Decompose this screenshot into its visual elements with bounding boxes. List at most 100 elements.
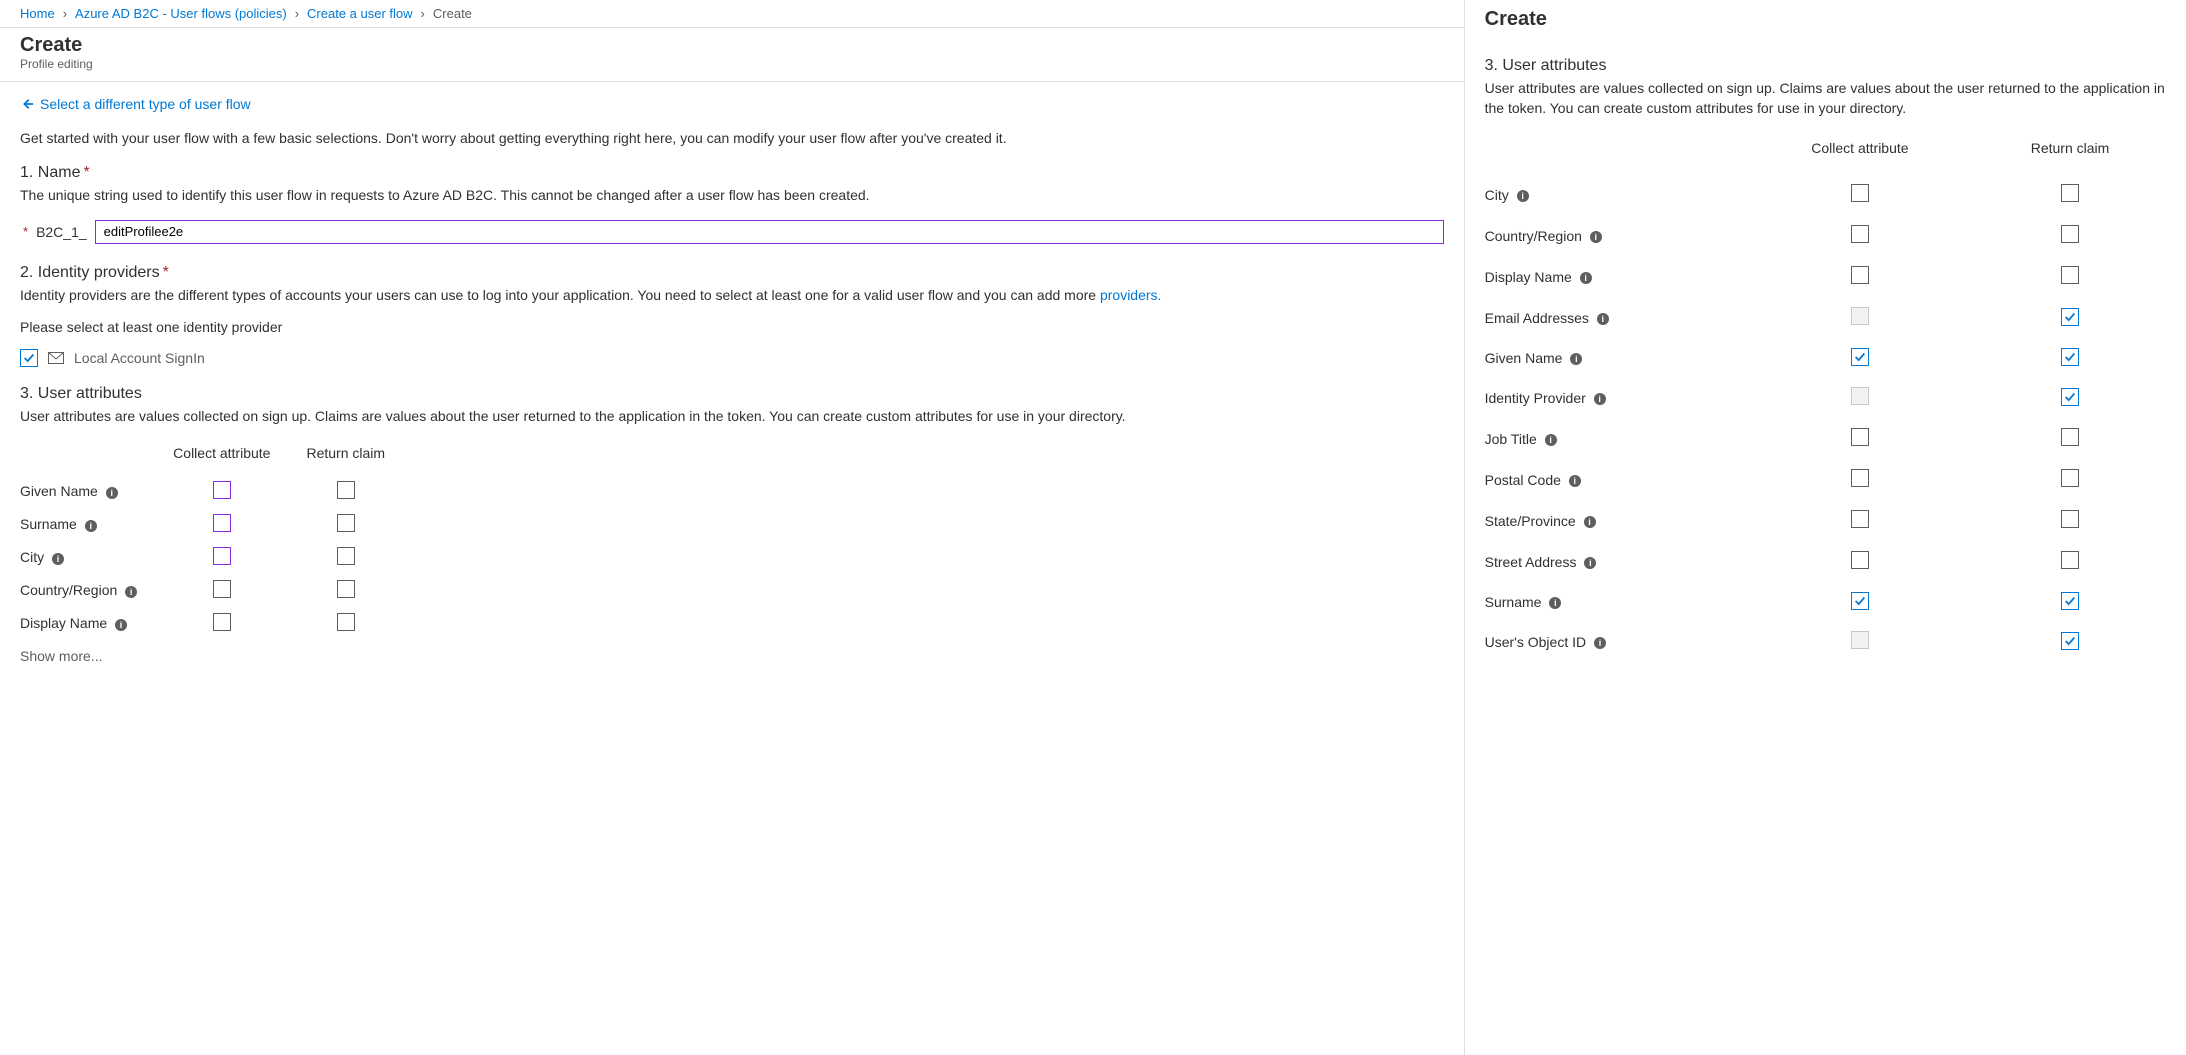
table-row: Identity Provider i [1485,377,2166,418]
attribute-label: Postal Code i [1485,459,1746,500]
checkbox[interactable] [213,613,231,631]
table-row: Email Addresses i [1485,297,2166,338]
breadcrumb-b2c[interactable]: Azure AD B2C - User flows (policies) [75,6,287,21]
checkbox[interactable] [337,547,355,565]
name-input[interactable] [95,220,1444,244]
info-icon[interactable]: i [1584,516,1596,528]
checkbox[interactable] [2061,469,2079,487]
table-row: Surname i [1485,582,2166,621]
right-help: User attributes are values collected on … [1485,79,2166,118]
providers-link[interactable]: providers. [1100,287,1161,303]
required-indicator: * [23,224,28,239]
required-indicator: * [163,264,169,281]
table-row: Display Name i [20,607,403,640]
info-icon[interactable]: i [1545,434,1557,446]
checkbox[interactable] [2061,184,2079,202]
checkbox[interactable] [337,481,355,499]
name-prefix: B2C_1_ [36,224,87,240]
breadcrumb-sep: › [63,6,67,21]
checkbox[interactable] [2061,266,2079,284]
info-icon[interactable]: i [1570,353,1582,365]
checkbox[interactable] [213,580,231,598]
attribute-label: Given Name i [20,475,155,508]
col-return: Return claim [1974,136,2166,174]
checkbox[interactable] [2061,551,2079,569]
table-row: City i [1485,174,2166,215]
info-icon[interactable]: i [1590,231,1602,243]
info-icon[interactable]: i [1597,313,1609,325]
info-icon[interactable]: i [1580,272,1592,284]
attribute-label: State/Province i [1485,500,1746,541]
checkbox[interactable] [1851,510,1869,528]
checkbox[interactable] [2061,388,2079,406]
table-row: Display Name i [1485,256,2166,297]
table-row: Given Name i [1485,338,2166,377]
back-link[interactable]: Select a different type of user flow [20,96,251,112]
checkbox[interactable] [213,514,231,532]
table-row: User's Object ID i [1485,621,2166,662]
attribute-label: Display Name i [20,607,155,640]
attribute-label: Surname i [20,508,155,541]
section-1-help: The unique string used to identify this … [20,186,1444,206]
checkbox[interactable] [213,481,231,499]
info-icon[interactable]: i [52,553,64,565]
table-row: City i [20,541,403,574]
checkbox[interactable] [337,580,355,598]
info-icon[interactable]: i [115,619,127,631]
table-row: State/Province i [1485,500,2166,541]
right-section-heading: 3. User attributes [1485,57,2166,75]
info-icon[interactable]: i [1594,637,1606,649]
checkbox[interactable] [213,547,231,565]
section-1-heading: 1. Name* [20,164,1444,182]
checkbox[interactable] [1851,469,1869,487]
show-more-link[interactable]: Show more... [20,648,1444,664]
breadcrumb-sep: › [421,6,425,21]
checkbox[interactable] [1851,225,1869,243]
checkbox[interactable] [1851,428,1869,446]
checkbox[interactable] [1851,551,1869,569]
checkbox[interactable] [337,613,355,631]
checkbox[interactable] [2061,510,2079,528]
attribute-label: Surname i [1485,582,1746,621]
info-icon[interactable]: i [1517,190,1529,202]
checkbox[interactable] [1851,184,1869,202]
info-icon[interactable]: i [1584,557,1596,569]
info-icon[interactable]: i [1569,475,1581,487]
info-icon[interactable]: i [1594,393,1606,405]
breadcrumb-home[interactable]: Home [20,6,55,21]
section-3-help: User attributes are values collected on … [20,407,1444,427]
table-row: Street Address i [1485,541,2166,582]
breadcrumb-create-flow[interactable]: Create a user flow [307,6,413,21]
attribute-label: Identity Provider i [1485,377,1746,418]
content: Select a different type of user flow Get… [0,82,1464,684]
breadcrumb: Home › Azure AD B2C - User flows (polici… [0,0,1464,28]
info-icon[interactable]: i [106,487,118,499]
checkbox[interactable] [1851,266,1869,284]
attribute-label: Country/Region i [20,574,155,607]
checkbox[interactable] [2061,308,2079,326]
checkbox[interactable] [2061,592,2079,610]
col-collect: Collect attribute [1746,136,1974,174]
checkbox[interactable] [2061,632,2079,650]
checkbox[interactable] [337,514,355,532]
info-icon[interactable]: i [85,520,97,532]
title-block: Create Profile editing [0,28,1464,82]
idp-checkbox[interactable] [20,349,38,367]
section-2-heading: 2. Identity providers* [20,264,1444,282]
arrow-left-icon [20,97,34,111]
info-icon[interactable]: i [125,586,137,598]
page-subtitle: Profile editing [20,57,1444,71]
attributes-table-left: Collect attribute Return claim Given Nam… [20,441,403,640]
info-icon[interactable]: i [1549,597,1561,609]
checkbox[interactable] [1851,348,1869,366]
right-title: Create [1485,8,2166,31]
table-row: Postal Code i [1485,459,2166,500]
checkbox[interactable] [2061,225,2079,243]
attribute-label: City i [1485,174,1746,215]
checkbox[interactable] [1851,592,1869,610]
section-3-heading: 3. User attributes [20,385,1444,403]
checkbox [1851,631,1869,649]
attribute-label: Email Addresses i [1485,297,1746,338]
checkbox[interactable] [2061,428,2079,446]
checkbox[interactable] [2061,348,2079,366]
